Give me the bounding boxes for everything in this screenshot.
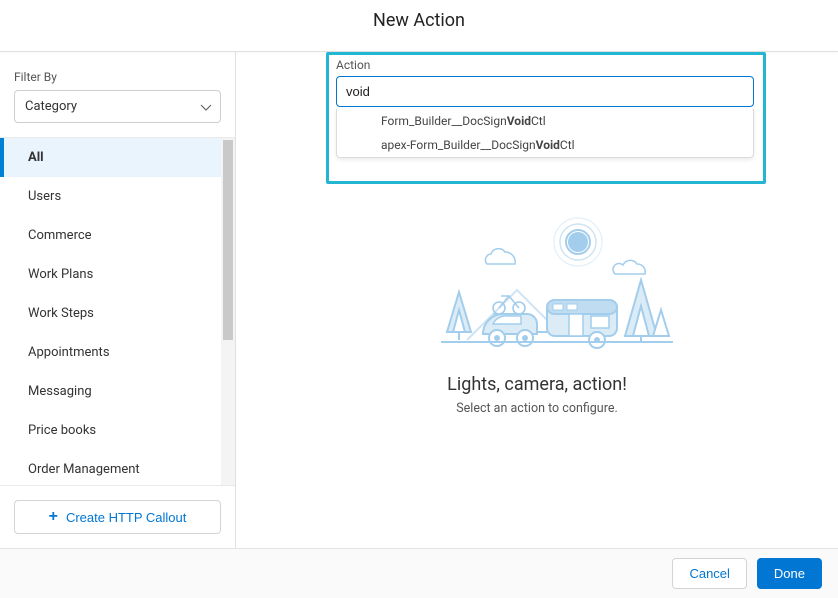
scrollbar-thumb[interactable] <box>223 140 233 340</box>
sidebar-item-order-management[interactable]: Order Management <box>0 450 235 485</box>
main-panel: Action Form_Builder__DocSignVoidCtl apex… <box>236 52 838 548</box>
sidebar-item-all[interactable]: All <box>0 138 235 177</box>
empty-state-illustration <box>397 202 677 362</box>
category-list: All Users Commerce Work Plans Work Steps… <box>0 137 235 485</box>
action-input[interactable] <box>336 76 754 107</box>
action-field: Action Form_Builder__DocSignVoidCtl apex… <box>336 58 754 158</box>
action-suggestion[interactable]: Form_Builder__DocSignVoidCtl <box>337 109 753 133</box>
sidebar: Filter By Category All Users Commerce Wo… <box>0 52 236 548</box>
filter-by-select[interactable]: Category <box>14 90 221 123</box>
empty-state-subtext: Select an action to configure. <box>397 401 677 416</box>
create-http-callout-button[interactable]: + Create HTTP Callout <box>14 500 221 534</box>
sidebar-item-work-plans[interactable]: Work Plans <box>0 255 235 294</box>
sidebar-item-appointments[interactable]: Appointments <box>0 333 235 372</box>
empty-state-heading: Lights, camera, action! <box>397 374 677 395</box>
modal-footer: Cancel Done <box>0 548 838 598</box>
plus-icon: + <box>49 509 58 525</box>
done-button[interactable]: Done <box>757 558 822 589</box>
filter-by-value: Category <box>25 99 77 114</box>
sidebar-item-messaging[interactable]: Messaging <box>0 372 235 411</box>
empty-state: Lights, camera, action! Select an action… <box>397 202 677 416</box>
modal-title: New Action <box>0 10 838 31</box>
sidebar-item-users[interactable]: Users <box>0 177 235 216</box>
sidebar-item-price-books[interactable]: Price books <box>0 411 235 450</box>
cancel-button[interactable]: Cancel <box>672 558 746 589</box>
action-label: Action <box>336 58 754 72</box>
action-autocomplete-dropdown: Form_Builder__DocSignVoidCtl apex-Form_B… <box>336 109 754 158</box>
sidebar-item-work-steps[interactable]: Work Steps <box>0 294 235 333</box>
action-suggestion[interactable]: apex-Form_Builder__DocSignVoidCtl <box>337 133 753 157</box>
filter-by-label: Filter By <box>14 70 221 84</box>
sidebar-item-commerce[interactable]: Commerce <box>0 216 235 255</box>
create-http-callout-label: Create HTTP Callout <box>66 510 186 525</box>
scrollbar[interactable] <box>221 138 235 485</box>
modal-header: New Action <box>0 0 838 43</box>
chevron-down-icon <box>200 102 212 112</box>
